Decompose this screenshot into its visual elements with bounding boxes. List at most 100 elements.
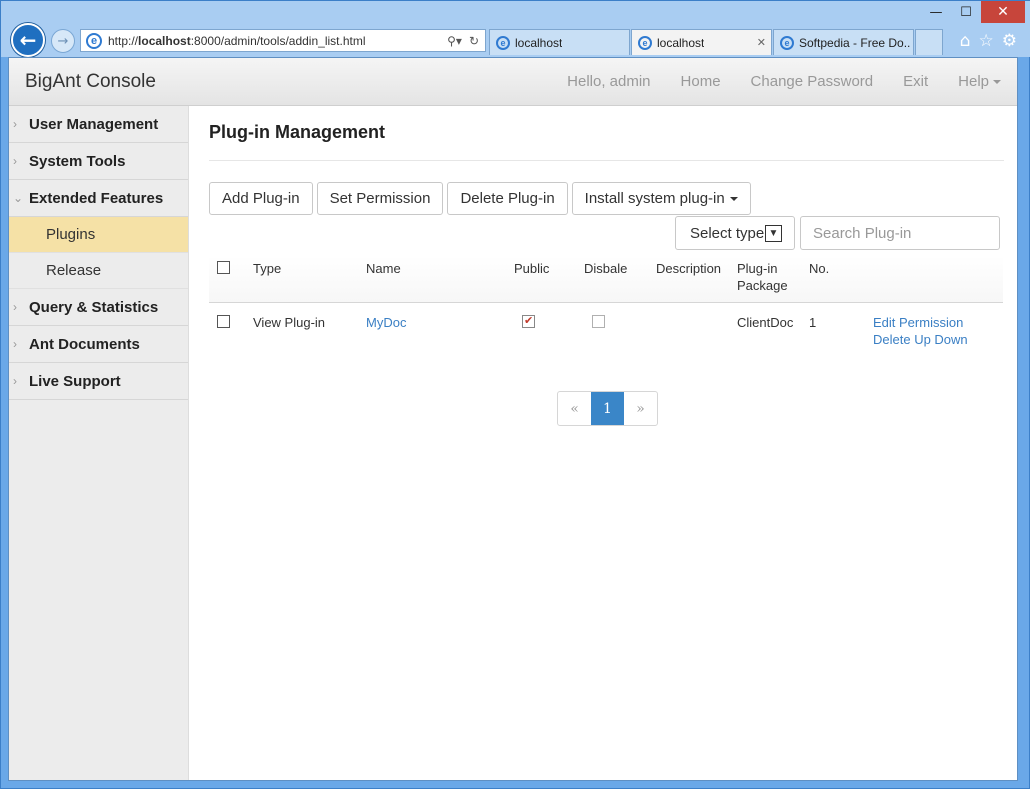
address-bar[interactable]: e http://localhost:8000/admin/tools/addi… <box>80 29 486 52</box>
chevron-down-icon: ⌄ <box>13 191 24 205</box>
nav-help-dropdown[interactable]: Help <box>958 73 1001 90</box>
tab-label: localhost <box>657 35 705 50</box>
sidebar-item-label: Live Support <box>29 372 121 390</box>
col-package-line1: Plug-in <box>737 261 778 276</box>
edit-permission-link[interactable]: Edit Permission <box>873 314 1003 331</box>
sidebar-subitem-plugins[interactable]: Plugins <box>9 217 188 253</box>
tab-strip: e localhost e localhost ✕ e Softpedia - … <box>489 29 943 55</box>
sidebar-subitem-release[interactable]: Release <box>9 253 188 289</box>
url-host: localhost <box>138 33 191 48</box>
refresh-icon[interactable]: ↻ <box>469 34 479 48</box>
sidebar-item-label: Query & Statistics <box>29 298 159 316</box>
cell-package: ClientDoc <box>737 315 794 330</box>
sidebar: › User Management › System Tools ⌄ Extended… <box>9 106 189 780</box>
pagination-prev[interactable]: « <box>558 392 591 425</box>
type-select[interactable]: Select type ▼ <box>675 216 795 250</box>
filter-row: Select type ▼ Search Plug-in <box>209 216 1004 250</box>
sidebar-item-query-statistics[interactable]: › Query & Statistics <box>9 289 188 326</box>
set-permission-button[interactable]: Set Permission <box>316 182 444 215</box>
search-icon[interactable]: ⚲▾ <box>447 34 462 48</box>
sidebar-item-label: Ant Documents <box>29 335 140 353</box>
nav-home-link[interactable]: Home <box>681 73 721 90</box>
minimize-icon[interactable]: — <box>921 1 951 23</box>
help-label: Help <box>958 73 989 90</box>
cell-no: 1 <box>809 315 817 330</box>
greeting-text: Hello, admin <box>567 73 651 90</box>
settings-gear-icon[interactable]: ⚙ <box>1002 31 1017 51</box>
chevron-right-icon: › <box>13 154 17 168</box>
sidebar-item-label: Extended Features <box>29 189 164 207</box>
cell-description <box>656 303 737 349</box>
sidebar-item-user-management[interactable]: › User Management <box>9 106 188 143</box>
add-plugin-button[interactable]: Add Plug-in <box>209 182 313 215</box>
sidebar-item-extended-features[interactable]: ⌄ Extended Features <box>9 180 188 217</box>
tab-softpedia[interactable]: e Softpedia - Free Do... <box>773 29 914 55</box>
caret-down-icon <box>729 196 738 201</box>
delete-plugin-button[interactable]: Delete Plug-in <box>447 182 568 215</box>
home-icon[interactable]: ⌂ <box>960 31 971 51</box>
select-all-checkbox[interactable] <box>217 261 230 274</box>
col-name[interactable]: Name <box>366 256 514 303</box>
main-content: Plug-in Management Add Plug-in Set Permi… <box>209 106 1004 426</box>
chevron-right-icon: › <box>13 337 17 351</box>
install-system-plugin-dropdown[interactable]: Install system plug-in <box>571 182 751 215</box>
ie-tab-icon: e <box>496 35 510 50</box>
nav-links: Hello, admin Home Change Password Exit H… <box>567 73 1001 90</box>
chevron-right-icon: › <box>13 300 17 314</box>
sidebar-item-label: System Tools <box>29 152 126 170</box>
sidebar-item-ant-documents[interactable]: › Ant Documents <box>9 326 188 363</box>
caret-down-icon <box>993 80 1001 85</box>
col-operations <box>873 256 1003 303</box>
public-checkbox[interactable] <box>522 313 535 330</box>
install-label: Install system plug-in <box>584 190 725 207</box>
search-input[interactable]: Search Plug-in <box>800 216 1000 250</box>
back-arrow-icon[interactable]: ← <box>11 23 45 57</box>
ie-page-icon: e <box>86 32 102 49</box>
row-select-cell <box>209 303 253 349</box>
disable-checkbox[interactable] <box>592 315 605 328</box>
pagination-next[interactable]: » <box>624 392 657 425</box>
new-tab-button[interactable] <box>915 29 943 55</box>
close-icon[interactable]: ✕ <box>981 1 1025 23</box>
col-package[interactable]: Plug-in Package <box>737 256 809 303</box>
col-package-line2: Package <box>737 278 788 293</box>
table-row: View Plug-in MyDoc ClientDoc 1 Edit Perm… <box>209 303 1003 349</box>
sidebar-item-live-support[interactable]: › Live Support <box>9 363 188 400</box>
url-prefix: http:// <box>108 33 139 48</box>
nav-exit-link[interactable]: Exit <box>903 73 928 90</box>
url-path: :8000/admin/tools/addin_list.html <box>190 33 366 48</box>
col-type[interactable]: Type <box>253 256 366 303</box>
ie-tab-icon: e <box>638 35 652 50</box>
cell-type: View Plug-in <box>253 315 326 330</box>
sidebar-item-system-tools[interactable]: › System Tools <box>9 143 188 180</box>
favorites-star-icon[interactable]: ☆ <box>979 31 994 51</box>
col-no[interactable]: No. <box>809 256 873 303</box>
col-disable[interactable]: Disbale <box>584 256 656 303</box>
chevron-right-icon: › <box>13 117 17 131</box>
pagination-page-1[interactable]: 1 <box>591 392 624 425</box>
dropdown-arrow-icon[interactable]: ▼ <box>765 224 782 242</box>
brand-title[interactable]: BigAnt Console <box>25 71 156 93</box>
chevron-right-icon: › <box>13 374 17 388</box>
cell-public <box>514 303 584 349</box>
forward-arrow-icon[interactable]: → <box>51 29 75 53</box>
plugin-table: Type Name Public Disbale Description Plu… <box>209 256 1003 348</box>
page-title: Plug-in Management <box>209 122 1004 161</box>
type-select-value: Select type <box>690 224 765 242</box>
tab-close-icon[interactable]: ✕ <box>757 36 766 49</box>
delete-up-down-links[interactable]: Delete Up Down <box>873 331 1003 348</box>
tab-localhost-1[interactable]: e localhost <box>489 29 630 55</box>
cell-name[interactable]: MyDoc <box>366 303 514 349</box>
table-header-row: Type Name Public Disbale Description Plu… <box>209 256 1003 303</box>
col-description[interactable]: Description <box>656 256 737 303</box>
browser-window: — ☐ ✕ ← → e http://localhost:8000/admin/… <box>0 0 1030 789</box>
tab-label: localhost <box>515 35 563 50</box>
url-text[interactable]: http://localhost:8000/admin/tools/addin_… <box>108 34 447 48</box>
maximize-icon[interactable]: ☐ <box>951 1 981 23</box>
row-checkbox[interactable] <box>217 315 230 328</box>
nav-change-password-link[interactable]: Change Password <box>751 73 874 90</box>
col-public[interactable]: Public <box>514 256 584 303</box>
window-controls: — ☐ ✕ <box>921 1 1025 23</box>
sidebar-item-label: User Management <box>29 115 159 133</box>
tab-localhost-2[interactable]: e localhost ✕ <box>631 29 772 55</box>
